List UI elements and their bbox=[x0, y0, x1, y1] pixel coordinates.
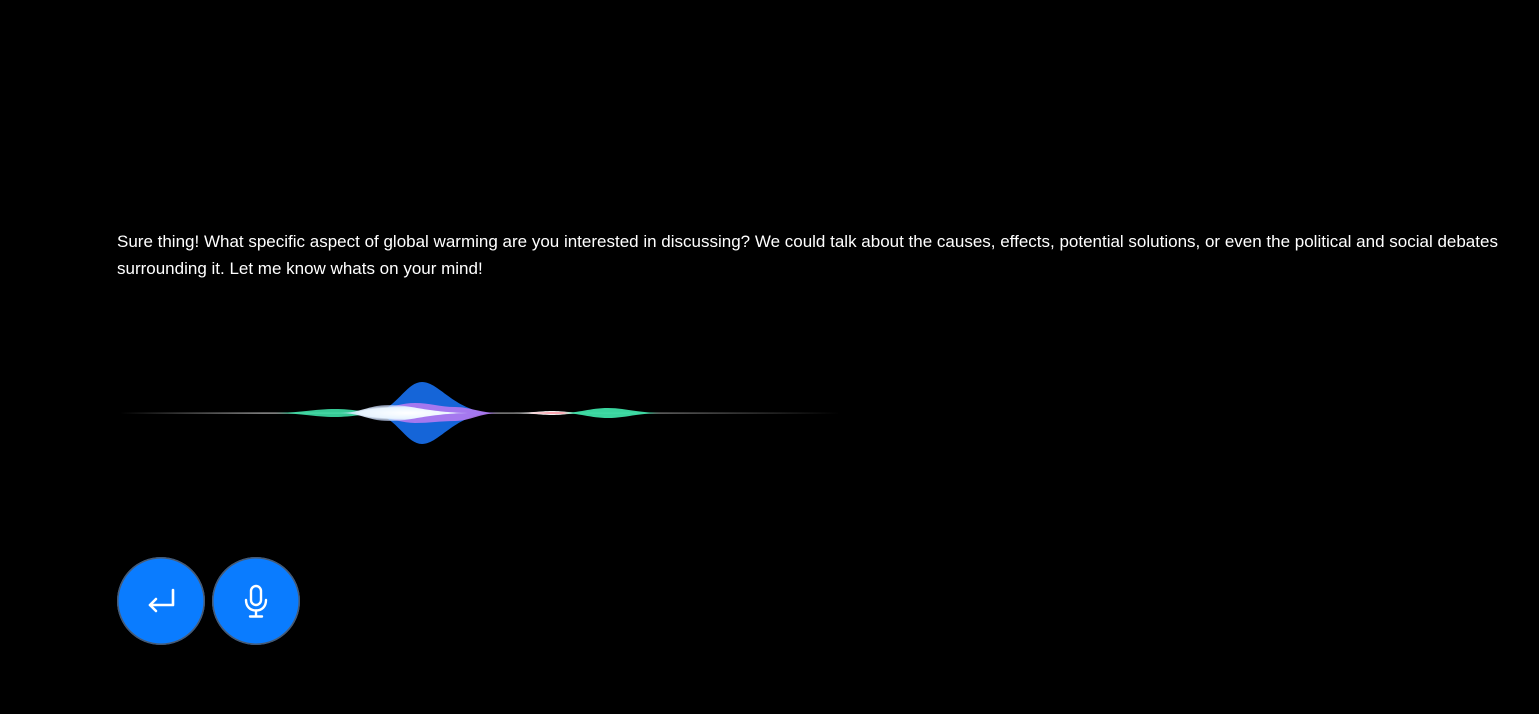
enter-arrow-icon bbox=[148, 588, 175, 613]
controls-bar bbox=[117, 557, 300, 645]
microphone-button[interactable] bbox=[212, 557, 300, 645]
voice-waveform bbox=[120, 382, 840, 444]
waveform-teal-right bbox=[560, 408, 665, 418]
send-button[interactable] bbox=[117, 557, 205, 645]
microphone-icon bbox=[244, 584, 268, 618]
assistant-response-text: Sure thing! What specific aspect of glob… bbox=[117, 232, 1498, 278]
